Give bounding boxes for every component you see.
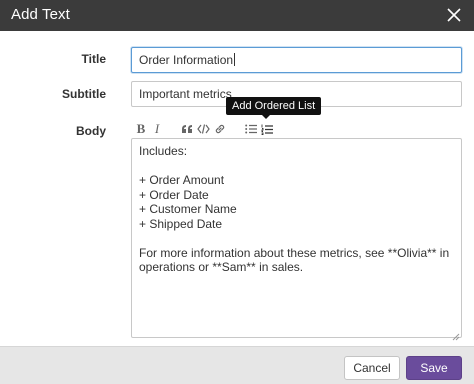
resize-handle-icon[interactable] — [452, 328, 460, 341]
unordered-list-icon[interactable] — [243, 120, 259, 138]
close-icon[interactable] — [446, 7, 462, 23]
text-caret — [234, 53, 236, 66]
title-label: Title — [81, 52, 106, 66]
dialog-title: Add Text — [11, 6, 70, 23]
body-textarea[interactable]: Includes: + Order Amount + Order Date + … — [131, 138, 462, 338]
subtitle-label: Subtitle — [62, 87, 106, 101]
dialog-footer: Cancel Save — [0, 346, 474, 384]
subtitle-field-value: Important metrics — [139, 87, 232, 101]
title-field-value: Order Information — [139, 53, 234, 67]
link-icon[interactable] — [212, 120, 228, 138]
title-field[interactable]: Order Information — [131, 47, 462, 73]
save-button[interactable]: Save — [406, 356, 462, 380]
dialog-titlebar: Add Text — [0, 0, 474, 31]
ordered-list-tooltip: Add Ordered List — [226, 97, 322, 119]
formatting-toolbar: B I — [131, 120, 331, 138]
code-icon[interactable] — [195, 120, 211, 138]
cancel-button[interactable]: Cancel — [344, 356, 400, 380]
body-label: Body — [76, 124, 106, 138]
quote-icon[interactable] — [179, 120, 195, 138]
ordered-list-icon[interactable] — [259, 120, 275, 138]
bold-icon[interactable]: B — [133, 120, 149, 138]
italic-icon[interactable]: I — [149, 120, 165, 138]
